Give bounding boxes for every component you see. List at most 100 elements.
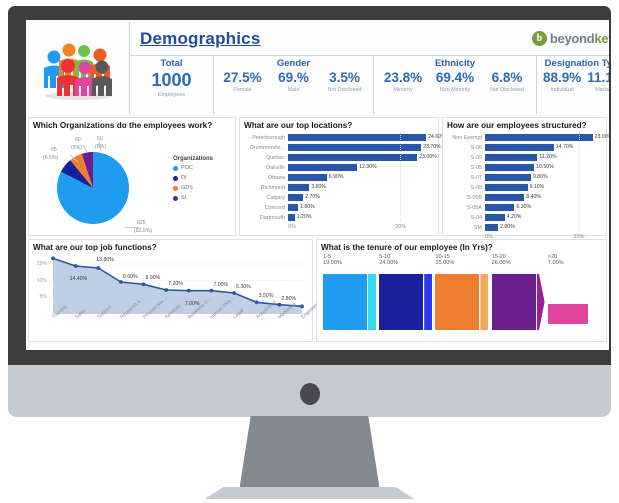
panel-tenure[interactable]: What is the tenure of our employee (In Y… [316, 239, 607, 342]
kpi-metric-female: 27.5% Female [217, 70, 268, 93]
legend-color-dot [173, 165, 178, 171]
bar-row[interactable]: Dartmouth 1.20% [244, 213, 434, 222]
panel-top-locations[interactable]: What are our top locations? Peterborough… [239, 117, 446, 236]
funnel-stage-header: >20 7.00% [548, 254, 564, 266]
kpi-value: 69.% [278, 70, 309, 85]
pie-area: 825 (82.5%) 65 (6.5%) 60 (5%) 50 (6%) [33, 132, 173, 234]
bar-row[interactable]: Peterborough 24.60% [244, 133, 446, 142]
bar-row[interactable]: Calgary 2.70% [244, 193, 434, 202]
bar-category-label: Oakville [265, 164, 285, 171]
bar-value-label: 8.40% [526, 194, 542, 200]
bar-value-label: 10.50% [536, 164, 554, 170]
page-title: Demographics [140, 28, 261, 48]
funnel-stage-block[interactable] [323, 274, 367, 330]
funnel-stage-block[interactable] [491, 274, 536, 330]
bar-track: 3.80% [288, 184, 434, 191]
pie-callout-di-percent: (6.5%) [43, 155, 59, 161]
gridline [400, 132, 402, 222]
bar-value-label: 9.10% [529, 184, 545, 190]
legend-item-poc[interactable]: POC [173, 165, 231, 171]
panel-title: What are our top job functions? [33, 243, 157, 252]
kpi-value: 6.8% [491, 70, 523, 85]
bar-row[interactable]: Drummondvi... 23.70% [244, 143, 441, 152]
bar-fill[interactable] [288, 154, 418, 161]
panel-employee-structure[interactable]: How are our employees structured? Non Ex… [442, 117, 609, 240]
bar-value-label: 6.90% [328, 174, 344, 180]
legend-item-gds[interactable]: GDS [173, 185, 231, 191]
demographics-dashboard: Demographics b beyondkey™ Total [26, 20, 609, 350]
bar-fill[interactable] [485, 154, 538, 161]
bar-fill[interactable] [288, 134, 427, 141]
panel-organizations[interactable]: Which Organizations do the employees wor… [28, 117, 236, 236]
kpi-value: 11.1% [587, 70, 609, 85]
bar-track: 11.20% [485, 154, 602, 161]
funnel-chart-tenure[interactable]: 1-5 19.00% 5-10 24.00% 10-15 25.00% 15-20 26.00… [321, 254, 602, 338]
kpi-label: Employees [157, 91, 186, 98]
bar-fill[interactable] [485, 134, 593, 141]
dashboard-header: Demographics b beyondkey™ Total [28, 22, 609, 114]
pie-slices[interactable] [57, 152, 129, 224]
bar-category-label: S-07 [470, 174, 482, 181]
pie-legend: Organizations POC DI GDS SI [173, 132, 231, 232]
funnel-stage-block[interactable] [547, 304, 588, 324]
data-point-label: 6.30% [236, 284, 251, 290]
bar-fill[interactable] [288, 214, 295, 221]
bar-category-label: Drummondvi... [249, 144, 285, 151]
legend-item-si[interactable]: SI [173, 195, 231, 201]
pie-chart-organizations[interactable]: 825 (82.5%) 65 (6.5%) 60 (5%) 50 (6%) Or… [33, 132, 231, 234]
pie-callout-di-value: 65 [51, 147, 57, 153]
bar-fill[interactable] [485, 224, 499, 231]
bar-row[interactable]: Richmond 3.80% [244, 183, 434, 192]
kpi-metric-total-employees: 1000 Employees [133, 70, 210, 98]
kpi-value: 69.4% [435, 70, 475, 85]
bar-category-label: Concord [264, 204, 285, 211]
bar-chart-locations[interactable]: Peterborough 24.60% Drummondvi... 23.70% Que… [244, 132, 446, 232]
panel-job-functions[interactable]: What are our top job functions? 5% 10% 15%… [28, 239, 324, 342]
data-point-label: 3.50% [258, 293, 274, 300]
bar-category-label: SM [473, 224, 482, 231]
monitor-screen: Demographics b beyondkey™ Total [26, 20, 609, 350]
monitor-bezel: Demographics b beyondkey™ Total [8, 6, 611, 365]
bar-fill[interactable] [485, 174, 531, 181]
kpi-metric-gender-not-disclosed: 3.5% Not Disclosed [319, 70, 370, 93]
bar-fill[interactable] [485, 184, 528, 191]
panel-title: How are our employees structured? [447, 121, 587, 130]
bar-fill[interactable] [288, 184, 310, 191]
bar-row[interactable]: Quebec 23.00% [244, 153, 437, 162]
group-of-people-icon [28, 22, 130, 114]
bar-chart-structure[interactable]: Non Exempt 23.00% S-06 14.70% S-09 11.20% S-05… [447, 132, 609, 242]
panel-title: What is the tenure of our employee (In Y… [321, 243, 493, 252]
bar-category-label: S-05B [467, 194, 482, 201]
bar-fill[interactable] [485, 214, 505, 221]
bar-fill[interactable] [288, 204, 299, 211]
kpi-value: 3.5% [329, 70, 360, 85]
funnel-stage-header: 10-15 25.00% [435, 254, 454, 266]
y-tick-label: 5% [39, 294, 48, 301]
bar-fill[interactable] [485, 164, 535, 171]
kpi-label: Minority [393, 86, 413, 93]
bar-fill[interactable] [288, 174, 327, 181]
bar-track: 9.10% [485, 184, 602, 191]
funnel-stage-block[interactable] [435, 274, 480, 330]
kpi-label: Not Disclosed [490, 86, 524, 93]
logo-text-beyond: beyond [549, 31, 595, 46]
funnel-connector-arrow [480, 274, 489, 330]
data-point-label: 8.90% [145, 275, 161, 282]
data-point-label: 2.80% [281, 295, 297, 302]
bar-row[interactable]: Concord 1.80% [244, 203, 434, 212]
bar-fill[interactable] [288, 164, 358, 171]
kpi-metric-minority: 23.8% Minority [377, 70, 429, 93]
bar-track: 6.90% [288, 174, 434, 181]
bar-fill[interactable] [485, 144, 554, 151]
bar-value-label: 11.20% [539, 154, 557, 160]
bar-fill[interactable] [485, 194, 525, 201]
bar-fill[interactable] [288, 194, 304, 201]
kpi-metric-non-minority: 69.4% Non Minority [429, 70, 481, 93]
bar-row[interactable]: Oakville 12.30% [244, 163, 434, 172]
bar-row[interactable]: Ottawa 6.90% [244, 173, 434, 182]
legend-color-dot [173, 185, 178, 191]
bar-fill[interactable] [485, 204, 515, 211]
funnel-stage-block[interactable] [379, 274, 424, 330]
legend-item-di[interactable]: DI [173, 175, 231, 181]
funnel-stage-value: 25.00% [435, 260, 455, 266]
